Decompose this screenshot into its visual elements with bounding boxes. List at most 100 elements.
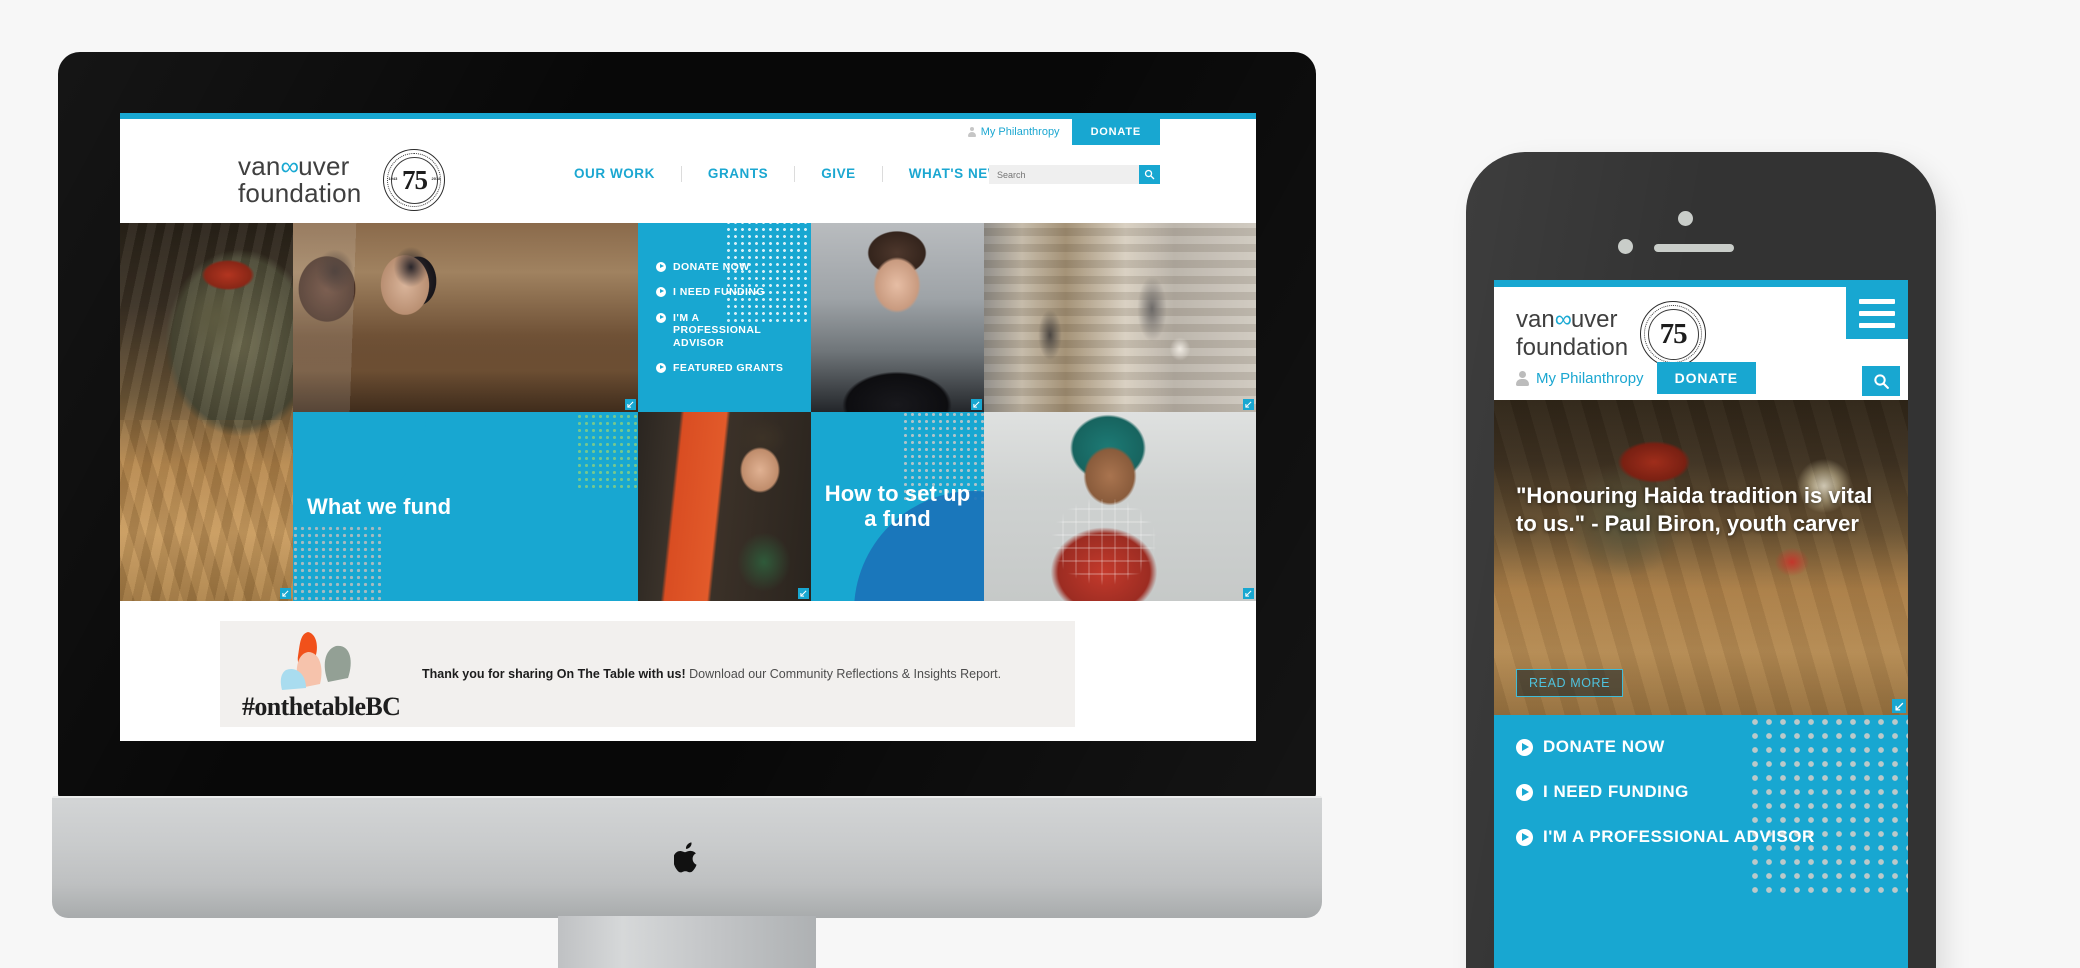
mobile-site-logo[interactable]: van∞uver foundation 75 [1516,301,1707,367]
mobile-hero[interactable]: "Honouring Haida tradition is vital to u… [1494,400,1908,715]
main-navigation: OUR WORK GRANTS GIVE WHAT'S NEW [548,157,1027,191]
mobile-top-accent-rule [1494,280,1908,287]
search-icon[interactable] [1139,165,1160,184]
my-philanthropy-link[interactable]: My Philanthropy [955,119,1072,145]
hero-tile-quicklinks: DONATE NOW I NEED FUNDING I'M A PROFESSI… [638,223,811,412]
mobile-seal-number: 75 [1659,317,1688,350]
play-circle-icon [656,363,666,373]
seal-number: 75 [401,164,428,195]
onthetable-shapes-icon [280,632,351,690]
hero-tile-how-to-set-up-a-fund[interactable]: How to set up a fund [811,412,984,601]
quicklink-label: I'M A PROFESSIONAL ADVISOR [673,311,762,349]
expand-corner-icon[interactable] [971,399,982,410]
hero-tile-photo-hijab-woman[interactable] [984,412,1256,601]
quicklink-label: I NEED FUNDING [673,286,766,298]
on-the-table-card[interactable]: #onthetableBC Thank you for sharing On T… [220,621,1075,727]
mobile-quicklink-label: I NEED FUNDING [1543,782,1689,801]
site-logo[interactable]: van∞uver foundation 1943 2018 75 [238,149,446,211]
utility-bar: My Philanthropy DONATE [955,119,1160,145]
mobile-my-philanthropy-link[interactable]: My Philanthropy [1516,370,1644,387]
anniversary-seal-icon: 1943 2018 75 [383,149,446,211]
front-camera-icon [1678,211,1693,226]
photo-hijab-plaid [984,498,1256,601]
photo-portrait-shirt [811,223,984,412]
onthetable-hashtag: #onthetableBC [242,692,401,721]
mobile-my-philanthropy-label: My Philanthropy [1536,369,1644,387]
hero-tile-photo-portrait[interactable] [811,223,984,412]
hero-tile-photo-carver[interactable] [120,223,293,601]
hero-tile-what-we-fund[interactable]: What we fund [293,412,638,601]
mobile-read-more-button[interactable]: READ MORE [1516,669,1624,697]
imac-device: van∞uver foundation 1943 2018 75 OUR WOR… [52,52,1322,968]
quicklink-featured-grants[interactable]: FEATURED GRANTS [656,362,785,375]
imac-stand [558,916,816,968]
hero-tile-photo-street[interactable] [984,223,1256,412]
search-input[interactable] [989,165,1139,184]
earpiece-speaker [1654,244,1734,252]
quicklink-i-need-funding[interactable]: I NEED FUNDING [656,286,785,299]
on-the-table-body: Download our Community Reflections & Ins… [685,666,1002,681]
mobile-quicklink-donate-now[interactable]: DONATE NOW [1516,737,1908,757]
mobile-wordmark-line1: van∞uver [1516,306,1618,333]
on-the-table-headline: Thank you for sharing On The Table with … [422,666,686,681]
imac-chin [52,796,1322,918]
expand-corner-icon[interactable] [625,399,636,410]
expand-corner-icon[interactable] [798,588,809,599]
nav-item-our-work[interactable]: OUR WORK [548,166,682,182]
search-bar [989,165,1160,184]
iphone-device: van∞uver foundation 75 My Philanthropy D… [1466,152,1936,968]
mobile-donate-button[interactable]: DONATE [1656,362,1757,394]
hero-mosaic: DONATE NOW I NEED FUNDING I'M A PROFESSI… [120,223,1256,601]
mobile-wordmark: van∞uver foundation [1516,306,1628,362]
halftone-dots-green [576,412,638,490]
tile-title-line2: a fund [864,506,931,532]
hero-tile-photo-calligraphy[interactable] [638,412,811,601]
mobile-hero-scrim [1494,400,1908,715]
on-the-table-copy: Thank you for sharing On The Table with … [412,664,1001,684]
expand-corner-icon[interactable] [280,588,291,599]
donate-button[interactable]: DONATE [1071,119,1160,145]
mobile-quicklinks: DONATE NOW I NEED FUNDING I'M A PROFESSI… [1494,715,1908,968]
expand-corner-icon[interactable] [1243,588,1254,599]
halftone-dots-grey [293,525,381,601]
nav-item-grants[interactable]: GRANTS [682,166,796,182]
mobile-hero-caption: "Honouring Haida tradition is vital to u… [1516,483,1873,536]
proximity-sensor-icon [1618,239,1633,254]
site-header: van∞uver foundation 1943 2018 75 OUR WOR… [120,119,1256,223]
desktop-browser-viewport: van∞uver foundation 1943 2018 75 OUR WOR… [120,113,1256,741]
person-icon [967,127,976,137]
screenshot-stage: van∞uver foundation 1943 2018 75 OUR WOR… [0,0,2080,968]
hamburger-menu-icon[interactable] [1846,287,1908,339]
nav-item-give[interactable]: GIVE [795,166,883,182]
mobile-quicklink-professional-advisor[interactable]: I'M A PROFESSIONAL ADVISOR [1516,827,1908,847]
tile-title: What we fund [307,493,452,519]
play-circle-icon [656,287,666,297]
quicklink-donate-now[interactable]: DONATE NOW [656,261,785,274]
quicklinks-list: DONATE NOW I NEED FUNDING I'M A PROFESSI… [656,261,785,375]
wordmark: van∞uver foundation [238,153,361,206]
mobile-anniversary-seal-icon: 75 [1640,301,1707,367]
mobile-utility-bar: My Philanthropy DONATE [1516,362,1757,394]
hero-tile-photo-craft-women[interactable] [293,223,638,412]
mobile-quicklink-label: DONATE NOW [1543,737,1665,756]
quicklink-professional-advisor[interactable]: I'M A PROFESSIONAL ADVISOR [656,312,785,350]
expand-corner-icon[interactable] [1243,399,1254,410]
on-the-table-band: #onthetableBC Thank you for sharing On T… [120,601,1256,741]
wordmark-line2: foundation [238,178,362,208]
play-circle-icon [1516,783,1533,801]
quicklink-label: FEATURED GRANTS [673,362,784,374]
mobile-quicklink-i-need-funding[interactable]: I NEED FUNDING [1516,782,1908,802]
mobile-wordmark-line2: foundation [1516,334,1629,361]
wordmark-line1: van∞uver [238,151,350,182]
expand-corner-icon[interactable] [1892,699,1906,713]
mobile-browser-viewport: van∞uver foundation 75 My Philanthropy D… [1494,280,1908,968]
play-circle-icon [1516,828,1533,846]
photo-street-figures [984,223,1256,412]
photo-calligraphy-face [638,412,811,601]
onthetable-logo: #onthetableBC [236,626,412,722]
photo-carver-wood [120,419,293,601]
photo-craft-women-detail [293,223,638,412]
mobile-search-icon[interactable] [1862,366,1900,396]
apple-logo-icon [674,842,697,873]
mobile-header: van∞uver foundation 75 My Philanthropy D… [1494,287,1908,400]
